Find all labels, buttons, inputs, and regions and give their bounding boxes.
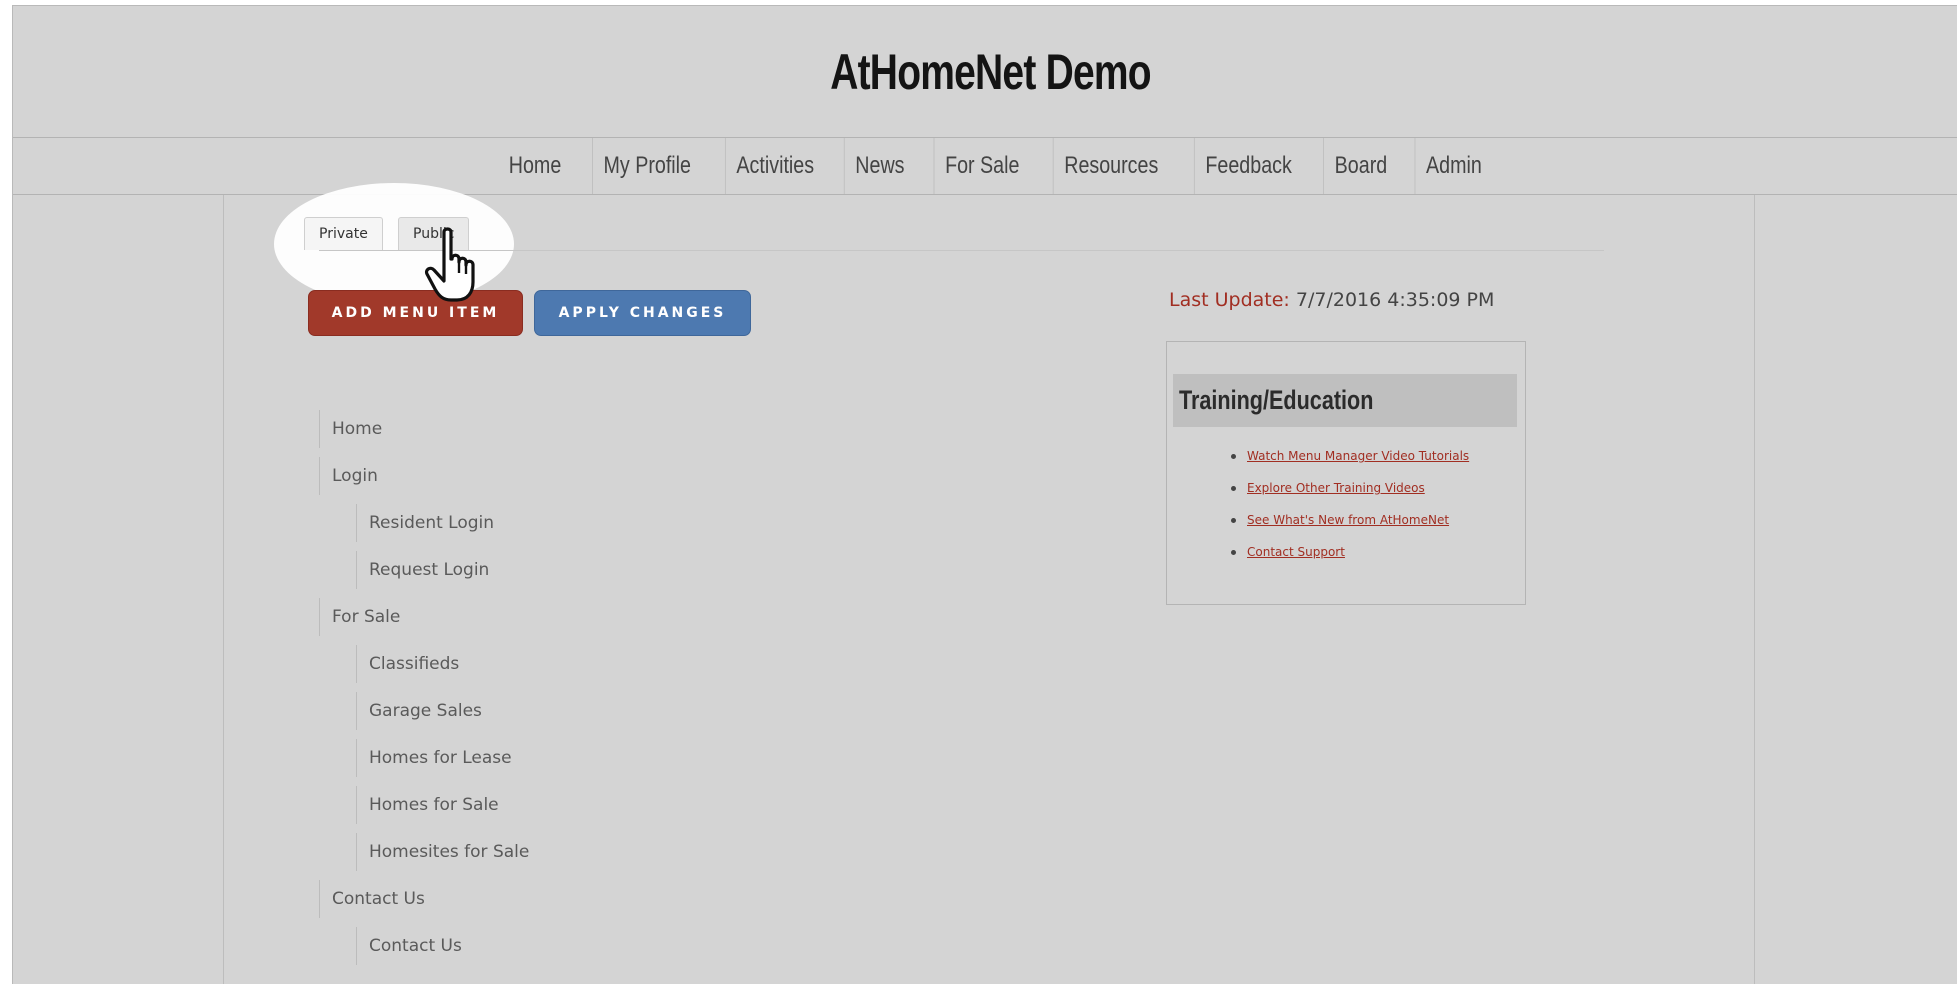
menu-tree-item[interactable]: Homes for Sale (356, 786, 529, 824)
menu-tree-item[interactable]: Request Login (356, 551, 529, 589)
training-links: Watch Menu Manager Video Tutorials Explor… (1227, 446, 1469, 574)
main-nav: Home My Profile Activities News For Sale Reso… (13, 138, 1957, 195)
tabs-divider (319, 250, 1604, 251)
nav-items: Home My Profile Activities News For Sale Reso… (490, 138, 1500, 194)
nav-item-for-sale[interactable]: For Sale (933, 138, 1030, 194)
nav-item-my-profile[interactable]: My Profile (592, 138, 702, 194)
training-header: Training/Education (1173, 374, 1517, 427)
nav-item-home[interactable]: Home (498, 138, 572, 194)
hand-pointer-icon (424, 227, 475, 302)
training-link[interactable]: Contact Support (1247, 545, 1345, 559)
apply-changes-button[interactable]: APPLY CHANGES (534, 290, 751, 336)
training-link[interactable]: Explore Other Training Videos (1247, 481, 1425, 495)
bullet-icon (1231, 454, 1236, 459)
training-link[interactable]: See What's New from AtHomeNet (1247, 513, 1449, 527)
menu-tree-item[interactable]: Contact Us (319, 880, 529, 918)
training-link-item: Contact Support (1227, 542, 1469, 562)
last-update: Last Update: 7/7/2016 4:35:09 PM (1169, 289, 1494, 311)
last-update-value: 7/7/2016 4:35:09 PM (1295, 289, 1495, 311)
training-link-item: Explore Other Training Videos (1227, 478, 1469, 498)
tab-private[interactable]: Private (304, 217, 383, 250)
bullet-icon (1231, 518, 1236, 523)
last-update-label: Last Update: (1169, 289, 1290, 311)
training-link[interactable]: Watch Menu Manager Video Tutorials (1247, 449, 1469, 463)
nav-item-activities[interactable]: Activities (724, 138, 825, 194)
nav-item-resources[interactable]: Resources (1053, 138, 1169, 194)
menu-tree-item[interactable]: Login (319, 457, 529, 495)
bullet-icon (1231, 486, 1236, 491)
training-link-item: Watch Menu Manager Video Tutorials (1227, 446, 1469, 466)
menu-tree: Home Login Resident Login Request Login For … (319, 410, 529, 974)
add-menu-item-button[interactable]: ADD MENU ITEM (308, 290, 523, 336)
nav-item-admin[interactable]: Admin (1414, 138, 1492, 194)
menu-tree-item[interactable]: Homes for Lease (356, 739, 529, 777)
site-title: AtHomeNet Demo (830, 43, 1151, 100)
menu-tree-item[interactable]: For Sale (319, 598, 529, 636)
menu-tree-item[interactable]: Resident Login (356, 504, 529, 542)
training-panel: Training/Education Watch Menu Manager Vi… (1166, 341, 1526, 605)
nav-item-feedback[interactable]: Feedback (1194, 138, 1303, 194)
site-header: AtHomeNet Demo (13, 6, 1957, 138)
menu-tree-item[interactable]: Classifieds (356, 645, 529, 683)
menu-tree-item[interactable]: Contact Us (356, 927, 529, 965)
training-title: Training/Education (1179, 385, 1374, 415)
nav-item-news[interactable]: News (843, 138, 915, 194)
menu-tree-item[interactable]: Garage Sales (356, 692, 529, 730)
menu-tree-item[interactable]: Homesites for Sale (356, 833, 529, 871)
app-frame: AtHomeNet Demo Home My Profile Activities N… (12, 5, 1957, 984)
content-panel: Private Public ADD MENU ITEM APPLY CHANG… (223, 183, 1755, 984)
menu-tree-item[interactable]: Home (319, 410, 529, 448)
nav-item-board[interactable]: Board (1322, 138, 1398, 194)
training-link-item: See What's New from AtHomeNet (1227, 510, 1469, 530)
bullet-icon (1231, 550, 1236, 555)
